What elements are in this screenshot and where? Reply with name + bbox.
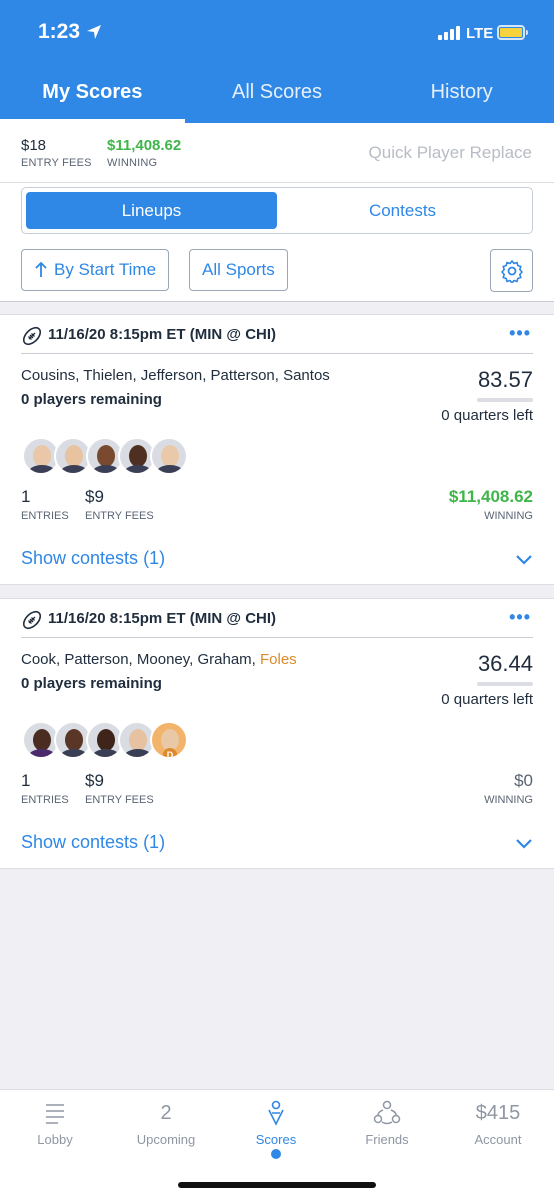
entry-fees-stat: $9 ENTRY FEES xyxy=(85,771,154,806)
gear-icon xyxy=(500,259,523,283)
tab-all-scores[interactable]: All Scores xyxy=(185,64,370,123)
nav-upcoming-label: Upcoming xyxy=(136,1132,196,1147)
total-winning-value: $11,408.62 xyxy=(107,137,182,154)
scores-icon xyxy=(268,1100,284,1126)
total-entry-fees-label: ENTRY FEES xyxy=(21,157,92,169)
settings-button[interactable] xyxy=(490,249,533,292)
entry-fees-label: ENTRY FEES xyxy=(85,794,154,806)
player-avatars xyxy=(22,437,188,475)
show-contests-link[interactable]: Show contests (1) xyxy=(21,832,165,853)
chevron-down-icon[interactable] xyxy=(516,553,532,565)
winning-stat: $0 WINNING xyxy=(484,771,533,806)
status-time: 1:23 xyxy=(38,20,81,43)
quick-player-replace-button[interactable]: Quick Player Replace xyxy=(369,143,532,163)
arrow-up-icon xyxy=(35,262,47,277)
status-bar: 1:23 LTE xyxy=(0,0,554,64)
player-avatars xyxy=(22,721,188,759)
entry-fees-label: ENTRY FEES xyxy=(85,510,154,522)
winning-value: $11,408.62 xyxy=(448,487,533,506)
total-entry-fees: $18 ENTRY FEES xyxy=(21,137,92,169)
entries-stat: 1 ENTRIES xyxy=(21,487,69,522)
all-sports-button[interactable]: All Sports xyxy=(189,249,288,291)
sports-label: All Sports xyxy=(202,260,275,279)
more-options-icon[interactable]: ••• xyxy=(509,607,531,628)
tab-history[interactable]: History xyxy=(369,64,554,123)
players-remaining: 0 players remaining xyxy=(21,391,162,408)
quarters-left: 0 quarters left xyxy=(441,407,533,424)
nav-scores[interactable]: Scores xyxy=(221,1100,331,1147)
lineup-score: 83.57 xyxy=(477,367,533,392)
nav-lobby-label: Lobby xyxy=(37,1132,73,1147)
sort-by-start-time-button[interactable]: By Start Time xyxy=(21,249,170,291)
entries-label: ENTRIES xyxy=(21,510,69,522)
players-remaining: 0 players remaining xyxy=(21,675,162,692)
entries-stat: 1 ENTRIES xyxy=(21,771,69,806)
entry-fees-stat: $9 ENTRY FEES xyxy=(85,487,154,522)
entry-fees-value: $9 xyxy=(85,487,104,506)
total-winning: $11,408.62 WINNING xyxy=(107,137,181,169)
more-options-icon[interactable]: ••• xyxy=(509,323,531,344)
chevron-down-icon[interactable] xyxy=(516,837,532,849)
winning-value: $0 xyxy=(514,771,533,790)
friends-icon xyxy=(373,1100,401,1125)
player-names: Cousins, Thielen, Jefferson, Patterson, … xyxy=(21,367,330,384)
football-icon xyxy=(22,326,42,346)
game-title: 11/16/20 8:15pm ET (MIN @ CHI) xyxy=(48,326,277,343)
nav-account-label: Account xyxy=(474,1132,522,1147)
sort-label: By Start Time xyxy=(54,260,157,279)
network-label: LTE xyxy=(466,25,494,42)
nav-friends-label: Friends xyxy=(365,1132,409,1147)
player-list: Cousins, Thielen, Jefferson, Patterson, … xyxy=(21,367,330,384)
player-list: Cook, Patterson, Mooney, Graham, xyxy=(21,651,260,668)
location-arrow-icon xyxy=(87,25,101,39)
lineup-card[interactable]: 11/16/20 8:15pm ET (MIN @ CHI) ••• Cousi… xyxy=(0,314,554,585)
entries-value: 1 xyxy=(21,487,31,506)
lineup-card-header: 11/16/20 8:15pm ET (MIN @ CHI) ••• xyxy=(21,323,533,354)
total-winning-label: WINNING xyxy=(107,157,158,169)
player-names: Cook, Patterson, Mooney, Graham, Foles xyxy=(21,651,297,668)
late-swap-player: Foles xyxy=(260,651,297,668)
avatar xyxy=(150,437,188,475)
filter-bar: By Start Time All Sports xyxy=(0,240,554,302)
total-entry-fees-value: $18 xyxy=(21,137,47,154)
tab-my-scores[interactable]: My Scores xyxy=(0,64,185,123)
home-indicator xyxy=(178,1182,376,1188)
lineup-card-header: 11/16/20 8:15pm ET (MIN @ CHI) ••• xyxy=(21,607,533,638)
top-bar: 1:23 LTE My Scores All Scores History xyxy=(0,0,554,123)
winning-label: WINNING xyxy=(484,510,533,522)
segment-contests[interactable]: Contests xyxy=(277,192,528,229)
segment-lineups[interactable]: Lineups xyxy=(26,192,277,229)
battery-icon xyxy=(497,25,528,40)
upcoming-count-badge: 2 xyxy=(160,1101,172,1124)
nav-friends[interactable]: Friends xyxy=(332,1100,442,1147)
score-progress-bar xyxy=(477,682,533,686)
nav-account[interactable]: $415 Account xyxy=(443,1100,553,1148)
lineup-card[interactable]: 11/16/20 8:15pm ET (MIN @ CHI) ••• Cook,… xyxy=(0,598,554,869)
score-progress-bar xyxy=(477,398,533,402)
lineups-contests-toggle: Lineups Contests xyxy=(21,187,533,234)
nav-scores-label: Scores xyxy=(255,1132,297,1147)
winning-label: WINNING xyxy=(484,794,533,806)
score-tabs: My Scores All Scores History xyxy=(0,64,554,123)
summary-bar: $18 ENTRY FEES $11,408.62 WINNING Quick … xyxy=(0,123,554,183)
account-balance: $415 xyxy=(475,1101,521,1124)
entry-fees-value: $9 xyxy=(85,771,104,790)
list-icon xyxy=(46,1104,64,1124)
segment-container: Lineups Contests xyxy=(0,183,554,240)
entries-label: ENTRIES xyxy=(21,794,69,806)
lineup-score: 36.44 xyxy=(477,651,533,676)
show-contests-link[interactable]: Show contests (1) xyxy=(21,548,165,569)
quarters-left: 0 quarters left xyxy=(441,691,533,708)
nav-lobby[interactable]: Lobby xyxy=(0,1100,110,1147)
nav-upcoming[interactable]: 2 Upcoming xyxy=(111,1100,221,1148)
football-icon xyxy=(22,610,42,630)
winning-stat: $11,408.62 WINNING xyxy=(449,487,533,522)
active-tab-indicator xyxy=(271,1149,281,1159)
avatar xyxy=(150,721,188,759)
game-title: 11/16/20 8:15pm ET (MIN @ CHI) xyxy=(48,610,277,627)
signal-icon xyxy=(438,26,460,40)
entries-value: 1 xyxy=(21,771,31,790)
